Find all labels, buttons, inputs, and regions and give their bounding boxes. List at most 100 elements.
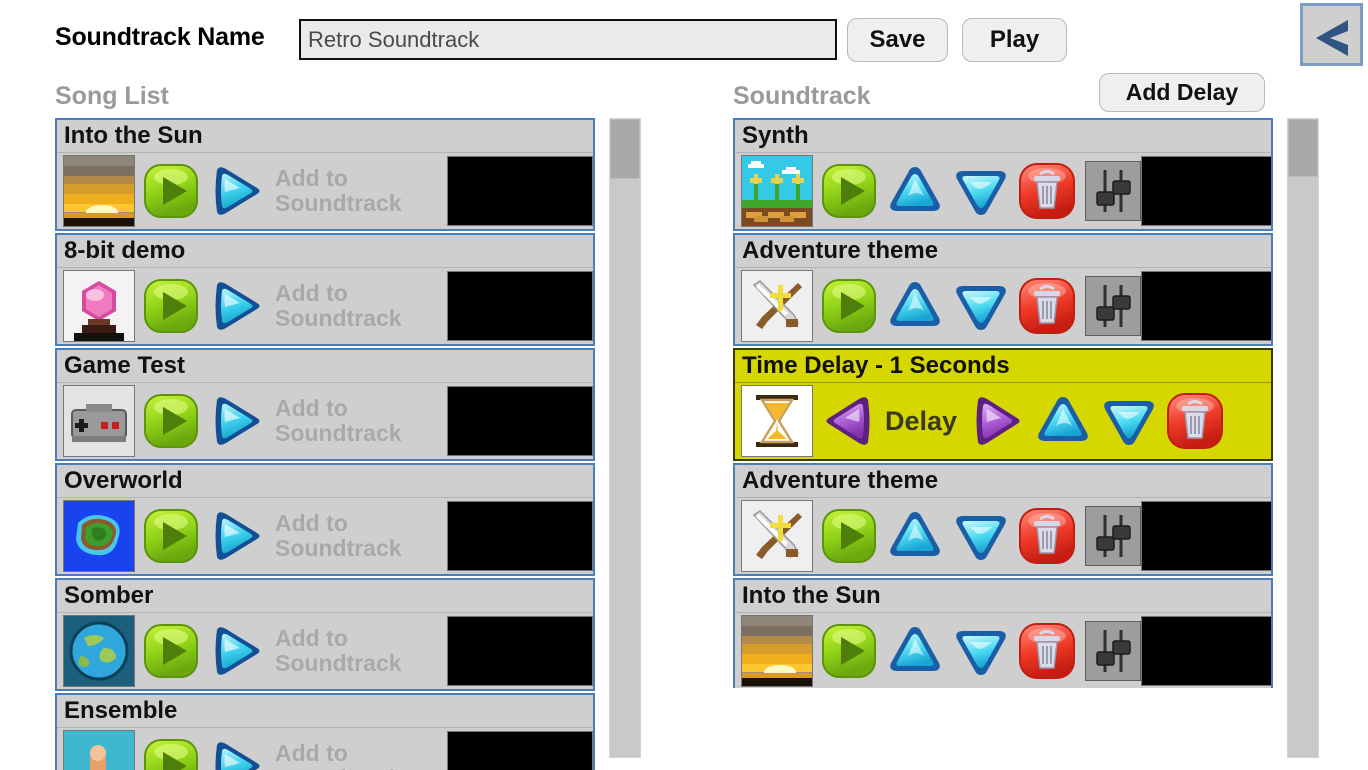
delay-label: Delay xyxy=(885,405,958,436)
soundtrack-delay-item[interactable]: Time Delay - 1 Seconds Delay xyxy=(733,348,1273,461)
soundtrack-item-title: Into the Sun xyxy=(735,580,1271,613)
soundtrack-row-body xyxy=(735,268,1271,344)
song-row-body: Add to Soundtrack xyxy=(57,268,593,344)
add-to-soundtrack-icon[interactable] xyxy=(205,734,269,770)
delay-increase-icon[interactable] xyxy=(965,389,1029,453)
move-down-icon[interactable] xyxy=(949,619,1013,683)
soundtrack-heading: Soundtrack xyxy=(733,82,871,110)
soundtrack-scrollbar[interactable] xyxy=(1287,118,1319,758)
add-to-soundtrack-icon[interactable] xyxy=(205,504,269,568)
song-list-item[interactable]: Somber Add to Soundtrack xyxy=(55,578,595,691)
mixer-icon[interactable] xyxy=(1085,161,1141,221)
delay-decrease-icon[interactable] xyxy=(817,389,881,453)
mixer-icon[interactable] xyxy=(1085,621,1141,681)
gamepad-thumbnail xyxy=(63,385,135,457)
add-to-soundtrack-label[interactable]: Add to Soundtrack xyxy=(275,741,402,770)
song-row-body: Add to Soundtrack xyxy=(57,498,593,574)
move-up-icon[interactable] xyxy=(1031,389,1095,453)
waveform-display xyxy=(1141,501,1271,571)
move-down-icon[interactable] xyxy=(949,504,1013,568)
song-title: Into the Sun xyxy=(57,120,593,153)
add-to-soundtrack-icon[interactable] xyxy=(205,619,269,683)
pink-gem-thumbnail xyxy=(63,270,135,342)
song-list-scroll-thumb[interactable] xyxy=(610,119,640,179)
mixer-icon[interactable] xyxy=(1085,276,1141,336)
trash-icon[interactable] xyxy=(1163,389,1227,453)
soundtrack-item[interactable]: Adventure theme xyxy=(733,233,1273,346)
soundtrack-item-title: Adventure theme xyxy=(735,465,1271,498)
add-to-soundtrack-icon[interactable] xyxy=(205,159,269,223)
waveform-display xyxy=(447,731,593,770)
play-button[interactable]: Play xyxy=(962,18,1067,62)
trash-icon[interactable] xyxy=(1015,159,1079,223)
soundtrack-item[interactable]: Into the Sun xyxy=(733,578,1273,688)
play-icon[interactable] xyxy=(139,734,203,770)
song-row-body: Add to Soundtrack xyxy=(57,728,593,770)
play-icon[interactable] xyxy=(817,619,881,683)
soundtrack-item-title: Adventure theme xyxy=(735,235,1271,268)
add-to-soundtrack-label[interactable]: Add to Soundtrack xyxy=(275,281,402,331)
play-icon[interactable] xyxy=(817,274,881,338)
add-to-soundtrack-label[interactable]: Add to Soundtrack xyxy=(275,626,402,676)
island-map-thumbnail xyxy=(63,500,135,572)
add-to-soundtrack-label[interactable]: Add to Soundtrack xyxy=(275,511,402,561)
song-list-item[interactable]: Overworld Add to Soundtrack xyxy=(55,463,595,576)
play-icon[interactable] xyxy=(139,274,203,338)
song-list-panel[interactable]: Into the Sun Add to Soundtrack 8-bit demo A… xyxy=(55,118,595,770)
add-to-soundtrack-label[interactable]: Add to Soundtrack xyxy=(275,166,402,216)
sunset-thumbnail xyxy=(63,155,135,227)
sunset-thumbnail xyxy=(741,615,813,687)
song-title: 8-bit demo xyxy=(57,235,593,268)
song-list-item[interactable]: Game Test Add to Soundtrack xyxy=(55,348,595,461)
waveform-display xyxy=(1141,271,1271,341)
waveform-display xyxy=(447,386,593,456)
play-icon[interactable] xyxy=(139,159,203,223)
trash-icon[interactable] xyxy=(1015,504,1079,568)
song-list-heading: Song List xyxy=(55,82,169,110)
move-down-icon[interactable] xyxy=(949,159,1013,223)
song-list-item[interactable]: Into the Sun Add to Soundtrack xyxy=(55,118,595,231)
song-list-scrollbar[interactable] xyxy=(609,118,641,758)
back-button[interactable] xyxy=(1300,3,1363,66)
soundtrack-name-input[interactable] xyxy=(299,19,837,60)
move-up-icon[interactable] xyxy=(883,274,947,338)
soundtrack-row-body xyxy=(735,498,1271,574)
trash-icon[interactable] xyxy=(1015,274,1079,338)
play-icon[interactable] xyxy=(817,159,881,223)
add-delay-button[interactable]: Add Delay xyxy=(1099,73,1265,112)
soundtrack-panel[interactable]: Synth Adventure theme Time Delay - 1 Secon… xyxy=(733,118,1273,688)
move-up-icon[interactable] xyxy=(883,619,947,683)
save-button[interactable]: Save xyxy=(847,18,948,62)
soundtrack-scroll-thumb[interactable] xyxy=(1288,119,1318,177)
song-list-item[interactable]: 8-bit demo Add to Soundtrack xyxy=(55,233,595,346)
song-title: Somber xyxy=(57,580,593,613)
move-down-icon[interactable] xyxy=(1097,389,1161,453)
play-icon[interactable] xyxy=(139,389,203,453)
waveform-display xyxy=(447,501,593,571)
trash-icon[interactable] xyxy=(1015,619,1079,683)
play-icon[interactable] xyxy=(139,619,203,683)
waveform-display xyxy=(1141,616,1271,686)
waveform-display xyxy=(447,271,593,341)
move-up-icon[interactable] xyxy=(883,504,947,568)
mixer-icon[interactable] xyxy=(1085,506,1141,566)
song-list-item[interactable]: Ensemble Add to Soundtrack xyxy=(55,693,595,770)
waveform-display xyxy=(447,616,593,686)
hourglass-thumbnail xyxy=(741,385,813,457)
move-up-icon[interactable] xyxy=(883,159,947,223)
soundtrack-name-label: Soundtrack Name xyxy=(55,23,265,51)
delay-row-body: Delay xyxy=(735,383,1271,459)
chevron-left-icon xyxy=(1303,14,1360,62)
add-to-soundtrack-icon[interactable] xyxy=(205,274,269,338)
add-to-soundtrack-label[interactable]: Add to Soundtrack xyxy=(275,396,402,446)
play-icon[interactable] xyxy=(139,504,203,568)
soundtrack-item-title: Synth xyxy=(735,120,1271,153)
waveform-display xyxy=(447,156,593,226)
play-icon[interactable] xyxy=(817,504,881,568)
add-to-soundtrack-icon[interactable] xyxy=(205,389,269,453)
move-down-icon[interactable] xyxy=(949,274,1013,338)
soundtrack-item[interactable]: Adventure theme xyxy=(733,463,1273,576)
pixel-field-thumbnail xyxy=(741,155,813,227)
header-bar: Soundtrack Name Save Play xyxy=(0,0,1368,72)
soundtrack-item[interactable]: Synth xyxy=(733,118,1273,231)
